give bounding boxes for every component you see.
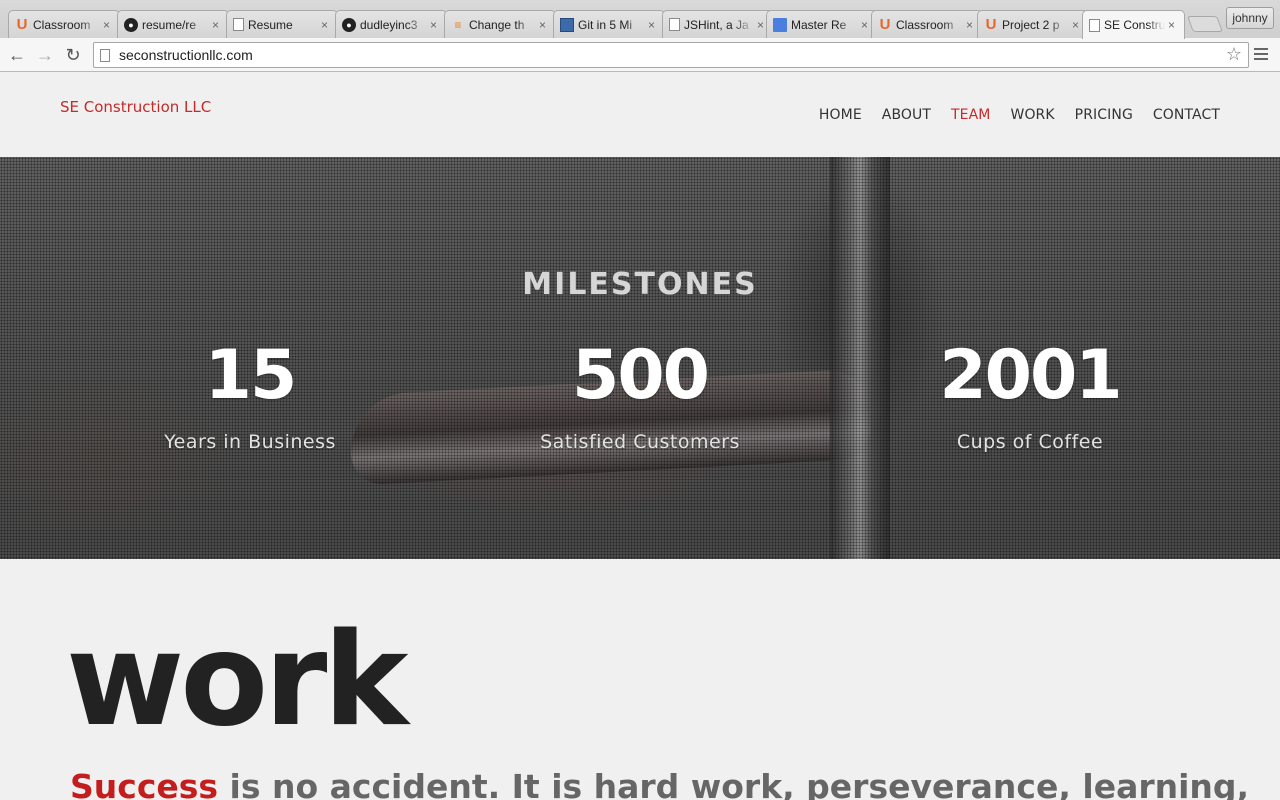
milestones-title: MILESTONES: [522, 267, 758, 302]
profile-button[interactable]: johnny: [1226, 7, 1274, 29]
stat-years: 15 Years in Business: [70, 336, 430, 454]
close-icon[interactable]: ×: [1072, 18, 1082, 32]
close-icon[interactable]: ×: [430, 18, 440, 32]
stat-number: 2001: [939, 336, 1122, 415]
browser-tab[interactable]: Git in 5 Mi ×: [553, 10, 665, 38]
close-icon[interactable]: ×: [321, 18, 331, 32]
udacity-icon: U: [16, 15, 28, 33]
document-icon: [233, 18, 244, 31]
nav-team[interactable]: TEAM: [951, 107, 990, 123]
browser-tab[interactable]: JSHint, a Ja ×: [662, 10, 774, 38]
browser-tab-active[interactable]: SE Constru ×: [1082, 10, 1185, 39]
close-icon[interactable]: ×: [966, 18, 976, 32]
bookmark-star-icon[interactable]: ☆: [1226, 44, 1242, 65]
stat-number: 500: [572, 336, 710, 415]
tab-title: Project 2 p: [1002, 17, 1060, 32]
close-icon[interactable]: ×: [103, 18, 113, 32]
address-bar[interactable]: seconstructionllc.com ☆: [93, 42, 1249, 68]
browser-tab-strip: U Classroom × ● resume/re × Resume × ● d…: [0, 0, 1280, 39]
close-icon[interactable]: ×: [212, 18, 222, 32]
browser-tab[interactable]: ● dudleyinc3 ×: [335, 10, 447, 38]
close-icon[interactable]: ×: [1168, 18, 1178, 32]
nav-contact[interactable]: CONTACT: [1153, 107, 1220, 123]
tab-title: Master Re: [791, 17, 847, 32]
tab-title: Resume: [248, 17, 293, 32]
stat-label: Satisfied Customers: [540, 431, 740, 453]
stat-number: 15: [204, 336, 298, 415]
new-tab-button[interactable]: [1187, 16, 1223, 32]
url-text[interactable]: seconstructionllc.com: [119, 47, 253, 63]
site-logo[interactable]: SE Construction LLC: [60, 98, 211, 116]
back-icon[interactable]: ←: [6, 44, 28, 66]
tab-title: SE Constru: [1104, 18, 1165, 32]
page-icon: [100, 49, 110, 62]
nav-work[interactable]: WORK: [1011, 107, 1055, 123]
tab-title: resume/re: [142, 17, 197, 32]
browser-tab[interactable]: U Classroom ×: [871, 10, 983, 38]
forward-icon[interactable]: →: [34, 44, 56, 66]
tab-title: dudleyinc3: [360, 17, 418, 32]
document-icon: [1089, 18, 1100, 32]
work-section: work Success is no accident. It is hard …: [0, 559, 1280, 800]
tab-title: Git in 5 Mi: [578, 17, 633, 32]
work-heading: work: [66, 606, 408, 755]
quote-accent: Success: [70, 767, 219, 800]
browser-tab[interactable]: ● resume/re ×: [117, 10, 229, 38]
close-icon[interactable]: ×: [539, 18, 549, 32]
nav-pricing[interactable]: PRICING: [1075, 107, 1133, 123]
site-header: SE Construction LLC HOME ABOUT TEAM WORK…: [0, 72, 1280, 157]
stat-coffee: 2001 Cups of Coffee: [850, 336, 1210, 454]
close-icon[interactable]: ×: [648, 18, 658, 32]
browser-tab[interactable]: Master Re ×: [766, 10, 878, 38]
google-docs-icon: [773, 17, 787, 32]
browser-tab[interactable]: U Classroom ×: [8, 10, 120, 38]
github-icon: ●: [124, 17, 138, 32]
work-quote: Success is no accident. It is hard work,…: [70, 767, 1249, 800]
stat-label: Cups of Coffee: [956, 431, 1104, 453]
tab-title: JSHint, a Ja: [684, 17, 749, 32]
blue-square-icon: [560, 17, 574, 32]
stackoverflow-icon: ≡: [454, 17, 462, 32]
close-icon[interactable]: ×: [861, 18, 871, 32]
tab-title: Classroom: [896, 17, 954, 32]
browser-tab[interactable]: Resume ×: [226, 10, 338, 38]
github-icon: ●: [342, 17, 356, 32]
stat-label: Years in Business: [164, 431, 336, 453]
milestones-section: MILESTONES 15 Years in Business 500 Sati…: [0, 157, 1280, 559]
nav-about[interactable]: ABOUT: [882, 107, 931, 123]
main-nav: HOME ABOUT TEAM WORK PRICING CONTACT: [819, 107, 1220, 123]
udacity-icon: U: [985, 15, 997, 33]
menu-icon[interactable]: [1254, 48, 1268, 62]
browser-toolbar: ← → ↻ seconstructionllc.com ☆: [0, 38, 1280, 72]
reload-icon[interactable]: ↻: [62, 44, 84, 66]
tab-title: Classroom: [33, 17, 91, 32]
tab-title: Change th: [469, 17, 525, 32]
nav-home[interactable]: HOME: [819, 107, 862, 123]
quote-text: is no accident. It is hard work, perseve…: [218, 767, 1250, 800]
browser-tab[interactable]: U Project 2 p ×: [977, 10, 1089, 38]
browser-tab[interactable]: ≡ Change th ×: [444, 10, 556, 38]
document-icon: [669, 18, 680, 31]
udacity-icon: U: [879, 15, 891, 33]
stat-customers: 500 Satisfied Customers: [460, 336, 820, 454]
